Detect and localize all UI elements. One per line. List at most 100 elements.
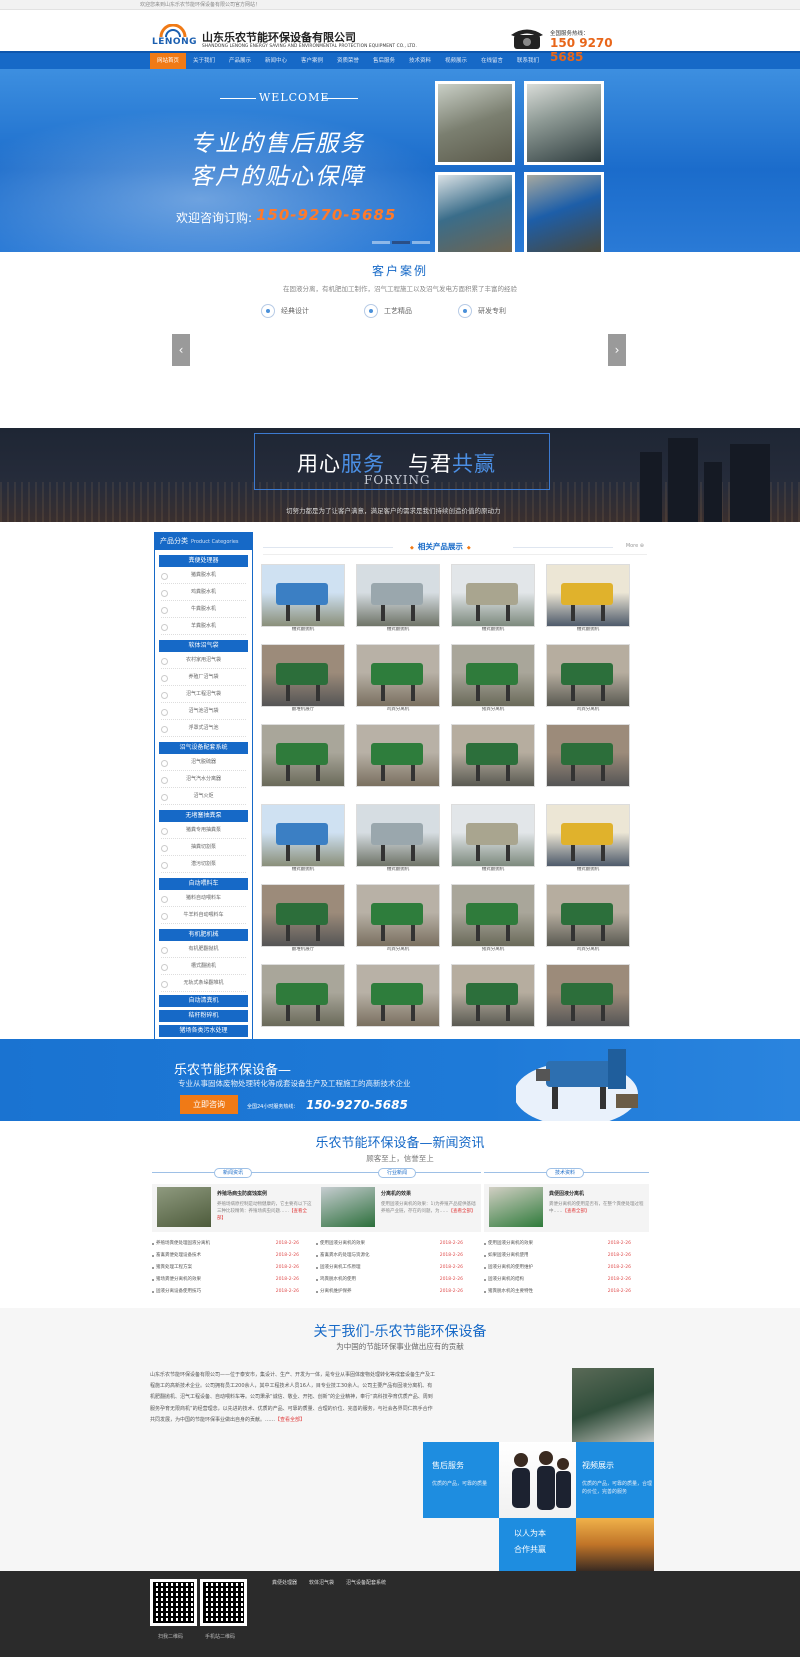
product-image[interactable] xyxy=(546,724,630,787)
news-list-item[interactable]: 畜禽粪水的处理与资源化 2018-2-26 xyxy=(316,1250,481,1262)
product-caption[interactable]: 槽式翻抛机 xyxy=(356,867,440,873)
product-image[interactable] xyxy=(451,964,535,1027)
category-group[interactable]: 无堵塞抽粪泵 xyxy=(159,810,248,822)
product-image[interactable] xyxy=(451,644,535,707)
news-item-title[interactable]: 如果固液分离机使用 xyxy=(488,1253,529,1258)
product-caption[interactable]: 猪粪分离机 xyxy=(451,707,535,713)
category-item[interactable]: 无轨式条垛翻堆机 xyxy=(161,975,246,992)
product-caption[interactable]: 猪粪分离机 xyxy=(451,947,535,953)
slider-dot[interactable] xyxy=(412,241,430,244)
news-item-title[interactable]: 分离机维护保养 xyxy=(320,1289,352,1294)
product-image[interactable] xyxy=(261,964,345,1027)
footer-link[interactable]: 沼气设备配套系统 xyxy=(346,1579,386,1586)
product-card[interactable]: 槽式翻抛机 xyxy=(451,564,535,633)
nav-item[interactable]: 视频展示 xyxy=(438,53,474,69)
news-item-title[interactable]: 鸡粪脱水机的使用 xyxy=(320,1277,356,1282)
news-list-item[interactable]: 畜禽粪便处理设备技术 2018-2-26 xyxy=(152,1250,317,1262)
nav-item[interactable]: 技术资料 xyxy=(402,53,438,69)
category-group[interactable]: 自动喂料车 xyxy=(159,878,248,890)
news-featured-image[interactable] xyxy=(321,1187,375,1227)
product-caption[interactable]: 翻堆机展厅 xyxy=(261,947,345,953)
news-item-title[interactable]: 养殖场粪便处理固液分离机 xyxy=(156,1241,210,1246)
product-caption[interactable]: 槽式翻抛机 xyxy=(261,627,345,633)
category-group[interactable]: 粪便处理器 xyxy=(159,555,248,567)
news-list-item[interactable]: 固液分离机的使用维护 2018-2-26 xyxy=(484,1262,649,1274)
product-card[interactable] xyxy=(546,964,630,1031)
news-item-title[interactable]: 使用固液分离机的效果 xyxy=(320,1241,365,1246)
category-item[interactable]: 沼气脱硫器 xyxy=(161,754,246,771)
category-item[interactable]: 牛羊料自动喂料车 xyxy=(161,907,246,924)
product-caption[interactable]: 槽式翻抛机 xyxy=(451,867,535,873)
news-list-item[interactable]: 使用固液分离机的效果 2018-2-26 xyxy=(316,1238,481,1250)
product-image[interactable] xyxy=(546,884,630,947)
product-caption[interactable] xyxy=(546,1027,630,1033)
news-more-link[interactable]: 【查看全部】 xyxy=(563,1209,590,1214)
nav-item[interactable]: 客户案例 xyxy=(294,53,330,69)
product-card[interactable] xyxy=(356,724,440,791)
product-card[interactable]: 鸡粪分离机 xyxy=(546,884,630,952)
product-image[interactable] xyxy=(451,804,535,867)
news-item-title[interactable]: 猪粪脱水机的主要特性 xyxy=(488,1289,533,1294)
news-featured-title[interactable]: 养殖场病虫防腐蚀案例 xyxy=(217,1190,267,1197)
about-more-link[interactable]: 【查看全部】 xyxy=(275,1417,305,1423)
nav-item[interactable]: 网站首页 xyxy=(150,53,186,69)
product-caption[interactable]: 槽式翻抛机 xyxy=(261,867,345,873)
news-list-item[interactable]: 养殖场粪便处理固液分离机 2018-2-26 xyxy=(152,1238,317,1250)
news-tab[interactable]: 技术资料 xyxy=(546,1168,585,1178)
product-image[interactable] xyxy=(356,724,440,787)
product-image[interactable] xyxy=(356,884,440,947)
tile-people-oriented[interactable]: 以人为本 合作共赢 xyxy=(499,1518,576,1571)
category-item[interactable]: 农村家用沼气袋 xyxy=(161,652,246,669)
nav-item[interactable]: 售后服务 xyxy=(366,53,402,69)
product-caption[interactable]: 鸡粪分离机 xyxy=(546,707,630,713)
product-card[interactable] xyxy=(546,724,630,791)
news-list-item[interactable]: 使用固液分离机的效果 2018-2-26 xyxy=(484,1238,649,1250)
category-item[interactable]: 猪料自动喂料车 xyxy=(161,890,246,907)
product-card[interactable]: 翻堆机展厅 xyxy=(261,884,345,953)
news-item-title[interactable]: 猪粪处理工程方案 xyxy=(156,1265,192,1270)
product-caption[interactable]: 槽式翻抛机 xyxy=(546,627,630,633)
category-group[interactable]: 猪场各类污水处理 xyxy=(159,1025,248,1037)
category-item[interactable]: 养殖厂沼气袋 xyxy=(161,669,246,686)
product-card[interactable]: 翻堆机展厅 xyxy=(261,644,345,712)
news-tab[interactable]: 行业新闻 xyxy=(378,1168,417,1178)
news-featured-image[interactable] xyxy=(157,1187,211,1227)
product-caption[interactable] xyxy=(546,787,630,793)
product-image[interactable] xyxy=(451,724,535,787)
tile-after-sales[interactable]: 售后服务 优质的产品，可靠的质量 xyxy=(423,1442,499,1518)
product-caption[interactable] xyxy=(356,787,440,793)
product-image[interactable] xyxy=(546,644,630,707)
news-list-item[interactable]: 固液分离设备使用技巧 2018-2-26 xyxy=(152,1286,317,1298)
product-card[interactable]: 鸡粪分离机 xyxy=(356,644,440,712)
product-caption[interactable]: 槽式翻抛机 xyxy=(451,627,535,633)
product-caption[interactable] xyxy=(261,787,345,793)
product-card[interactable] xyxy=(261,724,345,791)
category-group[interactable]: 软体沼气袋 xyxy=(159,640,248,652)
news-featured-title[interactable]: 分离机的效果 xyxy=(381,1190,411,1197)
category-item[interactable]: 羊粪脱水机 xyxy=(161,618,246,635)
news-featured[interactable]: 粪便固液分离机 粪便分离机的使用是否有，在整个粪便处理过程中……【查看全部】 xyxy=(484,1184,649,1232)
category-item[interactable]: 沼气汽水分离器 xyxy=(161,771,246,788)
news-list-item[interactable]: 固液分离机工作原理 2018-2-26 xyxy=(316,1262,481,1274)
category-group[interactable]: 沼气设备配套系统 xyxy=(159,742,248,754)
category-group[interactable]: 自动清粪机 xyxy=(159,995,248,1007)
category-item[interactable]: 猪粪脱水机 xyxy=(161,567,246,584)
product-image[interactable] xyxy=(261,724,345,787)
carousel-next-button[interactable]: › xyxy=(608,334,626,366)
product-caption[interactable]: 槽式翻抛机 xyxy=(546,867,630,873)
news-list-item[interactable]: 固液分离机的结构 2018-2-26 xyxy=(484,1274,649,1286)
product-caption[interactable] xyxy=(356,1027,440,1033)
product-card[interactable]: 槽式翻抛机 xyxy=(451,804,535,873)
product-caption[interactable] xyxy=(261,1027,345,1033)
product-image[interactable] xyxy=(356,964,440,1027)
nav-item[interactable]: 产品展示 xyxy=(222,53,258,69)
nav-item[interactable]: 新闻中心 xyxy=(258,53,294,69)
news-featured[interactable]: 分离机的效果 使用固液分离机的效果：1)为养殖产品提供基础养殖产业链，存在的问题，… xyxy=(316,1184,481,1232)
news-item-title[interactable]: 固液分离机工作原理 xyxy=(320,1265,361,1270)
product-caption[interactable] xyxy=(451,1027,535,1033)
news-list-item[interactable]: 鸡粪脱水机的使用 2018-2-26 xyxy=(316,1274,481,1286)
product-card[interactable]: 槽式翻抛机 xyxy=(261,564,345,633)
banner-slider-dots[interactable] xyxy=(372,241,430,244)
product-caption[interactable]: 鸡粪分离机 xyxy=(356,947,440,953)
category-item[interactable]: 槽式翻抛机 xyxy=(161,958,246,975)
